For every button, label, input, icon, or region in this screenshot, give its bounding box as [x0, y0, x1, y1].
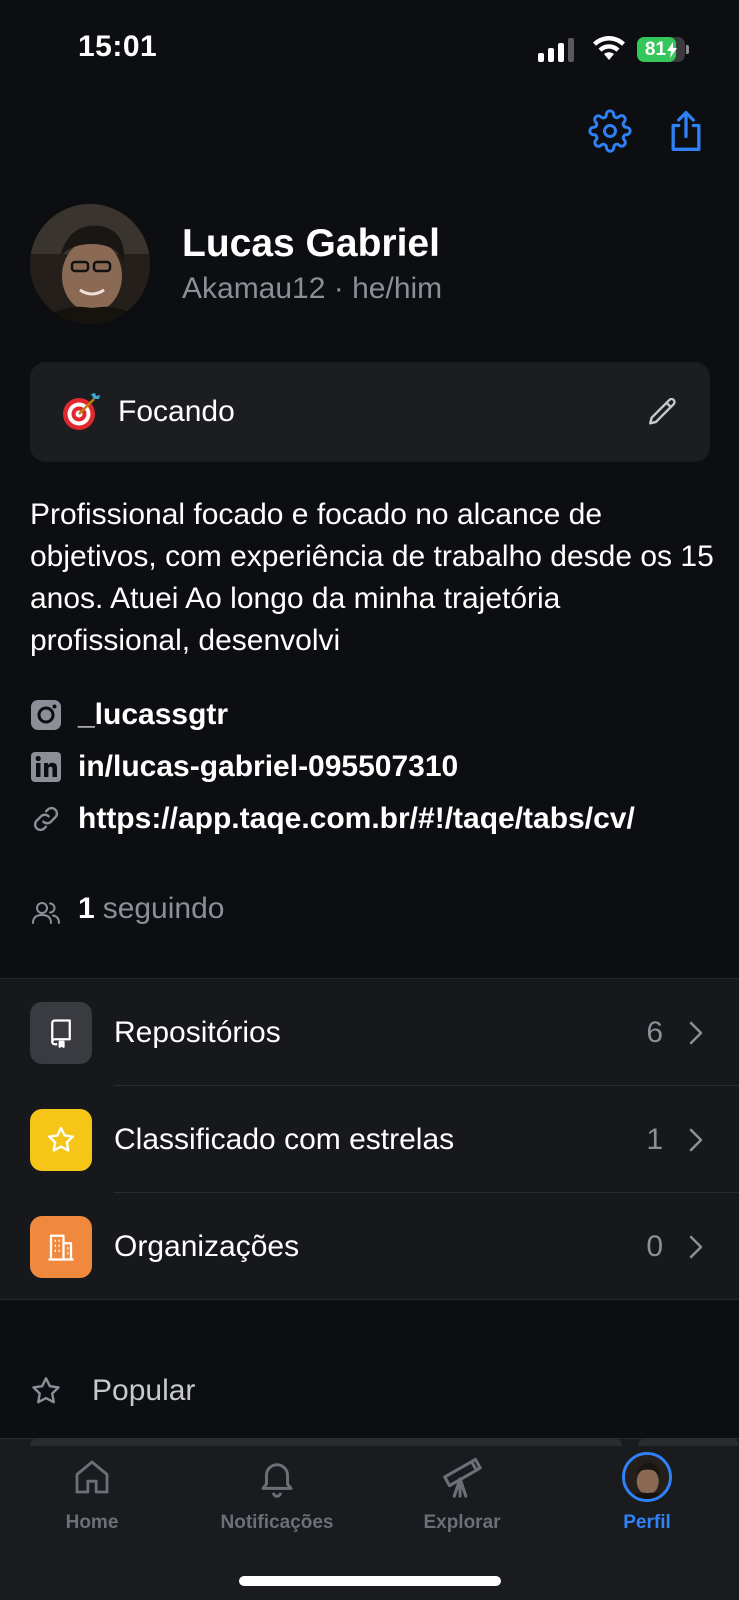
- battery-percentage: 81: [644, 38, 667, 60]
- home-icon: [75, 1460, 109, 1494]
- tab-notifications[interactable]: Notificações: [185, 1452, 369, 1534]
- linkedin-icon: [31, 752, 61, 782]
- status-time: 15:01: [78, 30, 158, 63]
- menu-label-starred: Classificado com estrelas: [114, 1122, 455, 1156]
- instagram-icon: [31, 700, 61, 730]
- menu-count-organizations: 0: [646, 1229, 663, 1263]
- menu-item-organizations[interactable]: Organizações 0: [0, 1193, 739, 1300]
- battery-indicator: 81: [637, 37, 689, 62]
- status-bar: 15:01 81: [0, 0, 739, 100]
- following-link[interactable]: 1 seguindo: [30, 892, 224, 929]
- menu-count-starred: 1: [646, 1122, 663, 1156]
- organization-icon: [30, 1215, 92, 1278]
- profile-handle-line: Akamau12 · he/him: [182, 272, 442, 306]
- status-text: Focando: [118, 395, 235, 428]
- telescope-icon: [443, 1457, 482, 1498]
- profile-actions: [587, 108, 709, 154]
- star-outline-icon: [32, 1377, 60, 1404]
- star-icon: [30, 1108, 92, 1171]
- cellular-signal-icon: [538, 38, 574, 62]
- pencil-icon[interactable]: [646, 395, 680, 429]
- chevron-right-icon: [689, 1021, 703, 1044]
- profile-menu: Repositórios 6 Classificado com estrelas…: [0, 978, 739, 1300]
- profile-bio: Profissional focado e focado no alcance …: [30, 498, 714, 657]
- chevron-right-icon: [689, 1128, 703, 1151]
- website-url: https://app.taqe.com.br/#!/taqe/tabs/cv/: [78, 802, 635, 835]
- username: Akamau12: [182, 272, 326, 305]
- instagram-handle: _lucassgtr: [78, 698, 229, 731]
- linkedin-profile: in/lucas-gabriel-095507310: [78, 750, 459, 783]
- link-icon: [33, 806, 59, 832]
- menu-item-repositories[interactable]: Repositórios 6: [0, 979, 739, 1086]
- bell-icon: [261, 1463, 293, 1498]
- charging-bolt-icon: [667, 41, 678, 58]
- tab-label-home: Home: [65, 1512, 119, 1533]
- following-label: seguindo: [102, 892, 225, 925]
- linkedin-link[interactable]: in/lucas-gabriel-095507310: [30, 746, 658, 788]
- popular-section-header: Popular: [30, 1374, 195, 1408]
- wifi-icon: [593, 36, 625, 60]
- menu-label-organizations: Organizações: [114, 1229, 300, 1263]
- settings-button[interactable]: [587, 108, 633, 154]
- popular-title: Popular: [92, 1374, 196, 1407]
- menu-count-repositories: 6: [646, 1015, 663, 1049]
- tab-profile[interactable]: Perfil: [555, 1452, 739, 1534]
- menu-item-starred[interactable]: Classificado com estrelas 1: [0, 1086, 739, 1193]
- tab-label-profile: Perfil: [623, 1512, 671, 1533]
- separator-dot: ·: [333, 272, 344, 305]
- menu-label-repositories: Repositórios: [114, 1015, 281, 1049]
- repo-icon: [30, 1001, 92, 1064]
- tab-home[interactable]: Home: [0, 1452, 184, 1534]
- status-card[interactable]: Focando: [30, 362, 710, 462]
- avatar: [622, 1452, 672, 1502]
- home-indicator[interactable]: [239, 1576, 501, 1586]
- chevron-right-icon: [689, 1235, 703, 1258]
- avatar[interactable]: [30, 204, 150, 324]
- people-icon: [32, 902, 60, 924]
- profile-name: Lucas Gabriel: [182, 222, 440, 265]
- gear-icon: [588, 109, 632, 153]
- tab-explore[interactable]: Explorar: [370, 1452, 554, 1534]
- popular-card-peek[interactable]: [30, 1438, 622, 1446]
- tab-label-notifications: Notificações: [220, 1512, 334, 1533]
- popular-card-peek[interactable]: [638, 1438, 739, 1446]
- instagram-link[interactable]: _lucassgtr: [30, 694, 658, 736]
- share-button[interactable]: [663, 108, 709, 154]
- website-link[interactable]: https://app.taqe.com.br/#!/taqe/tabs/cv/: [30, 798, 658, 840]
- share-icon: [671, 111, 701, 151]
- following-count: 1: [78, 892, 95, 925]
- target-emoji-icon: [63, 393, 100, 430]
- pronouns: he/him: [352, 272, 443, 305]
- tab-label-explore: Explorar: [423, 1512, 501, 1533]
